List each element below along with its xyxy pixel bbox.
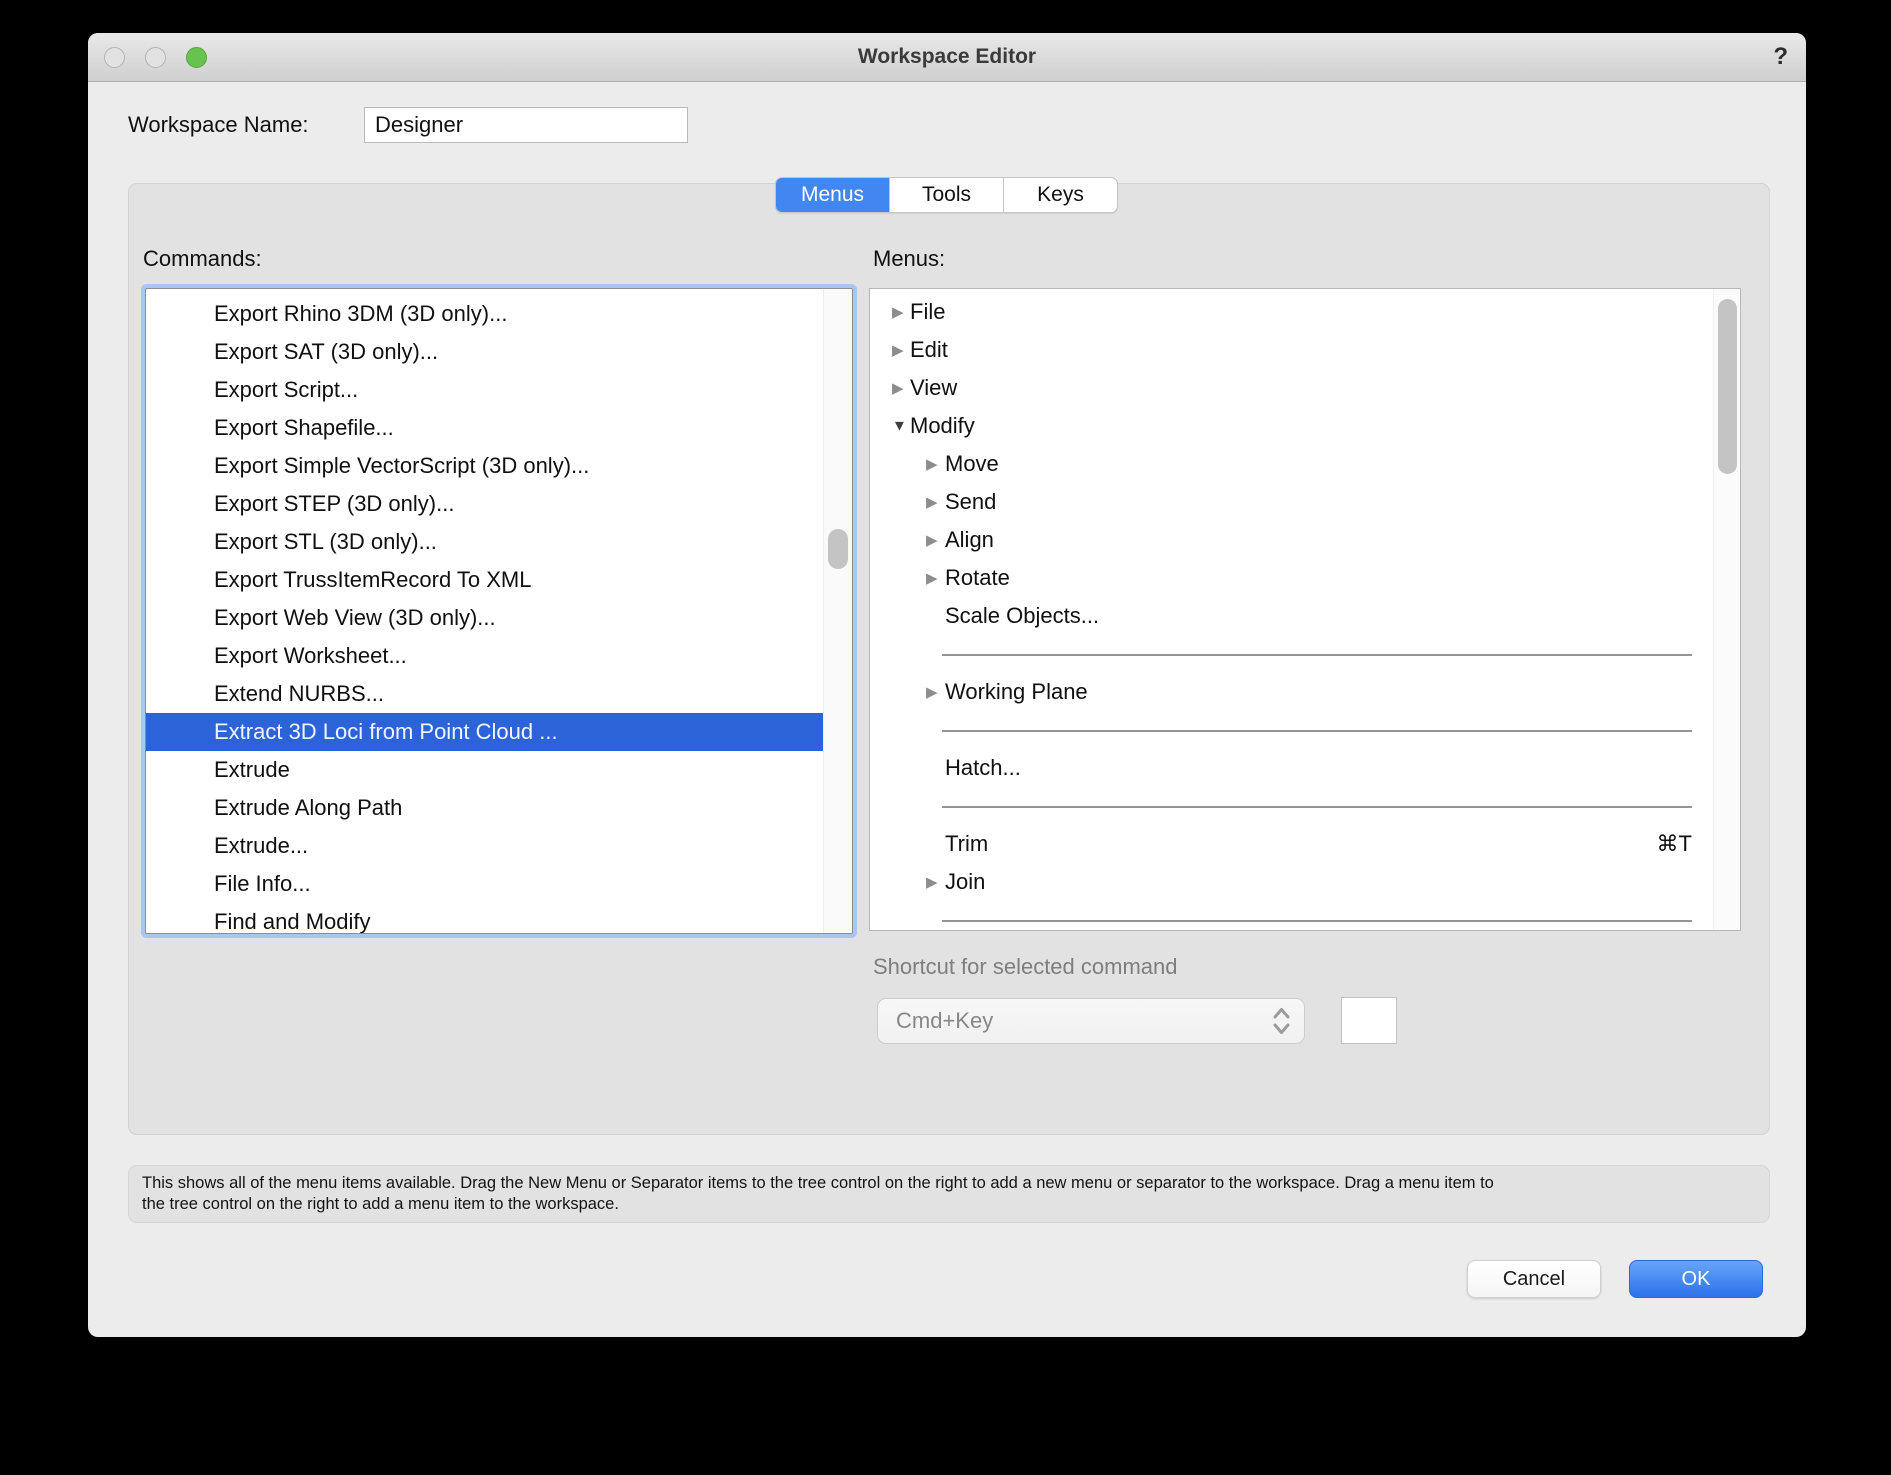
disclosure-collapsed-icon[interactable]: ▶ <box>926 683 938 701</box>
menu-item-label: Modify <box>910 413 975 438</box>
command-row[interactable]: Export TrussItemRecord To XML <box>146 561 824 599</box>
description-line: the tree control on the right to add a m… <box>142 1195 619 1213</box>
shortcut-modifier-dropdown[interactable]: Cmd+Key <box>877 998 1305 1044</box>
command-row[interactable]: Export Worksheet... <box>146 637 824 675</box>
window-title: Workspace Editor <box>857 45 1037 68</box>
disclosure-collapsed-icon[interactable]: ▶ <box>926 873 938 891</box>
menu-tree-item[interactable]: ▶ Align <box>870 521 1740 559</box>
shortcut-dropdown-value: Cmd+Key <box>896 1008 994 1033</box>
menu-item-label: Send <box>945 489 997 514</box>
menus-tree-list: ▶ File ▶ Edit ▶ View ▼ Modify ▶ Move ▶ Send ▶ Align ▶ R… <box>870 289 1740 930</box>
separator-line <box>942 654 1692 656</box>
menu-tree-item[interactable]: ▼ Modify <box>870 407 1740 445</box>
zoom-window-icon[interactable] <box>186 46 207 68</box>
menu-item-label: Move <box>945 451 999 476</box>
command-row[interactable]: Export Shapefile... <box>146 409 824 447</box>
tab-tools[interactable]: Tools <box>890 178 1004 212</box>
close-window-icon[interactable] <box>104 46 125 68</box>
command-row-selected[interactable]: Extract 3D Loci from Point Cloud ... <box>146 713 824 751</box>
workspace-name-label: Workspace Name: <box>128 112 309 137</box>
window-controls <box>104 33 207 81</box>
command-row[interactable]: File Info... <box>146 865 824 903</box>
command-row[interactable]: Extrude <box>146 751 824 789</box>
disclosure-expanded-icon[interactable]: ▼ <box>892 418 907 435</box>
command-row[interactable]: Find and Modify <box>146 903 824 933</box>
help-button[interactable]: ? <box>1773 33 1788 81</box>
command-row[interactable]: Export STEP (3D only)... <box>146 485 824 523</box>
menu-item-shortcut: ⌘T <box>1656 831 1692 856</box>
command-row[interactable]: Export Web View (3D only)... <box>146 599 824 637</box>
workspace-name-input[interactable] <box>364 107 688 143</box>
menu-separator[interactable] <box>870 787 1740 825</box>
menu-tree-item[interactable]: Scale Objects... <box>870 597 1740 635</box>
menus-scrollbar-track[interactable] <box>1713 289 1740 930</box>
disclosure-collapsed-icon[interactable]: ▶ <box>926 493 938 511</box>
menu-separator[interactable] <box>870 635 1740 673</box>
disclosure-collapsed-icon[interactable]: ▶ <box>926 531 938 549</box>
cancel-button[interactable]: Cancel <box>1467 1260 1601 1298</box>
menu-tree-item[interactable]: ▶ Move <box>870 445 1740 483</box>
tab-keys[interactable]: Keys <box>1004 178 1117 212</box>
menu-tree-item[interactable]: ▶ Join <box>870 863 1740 901</box>
disclosure-collapsed-icon[interactable]: ▶ <box>926 455 938 473</box>
menu-item-label: Working Plane <box>945 679 1088 704</box>
menu-item-label: Trim <box>945 831 989 856</box>
disclosure-collapsed-icon[interactable]: ▶ <box>926 569 938 587</box>
menu-tree-item[interactable]: Trim ⌘T <box>870 825 1740 863</box>
menu-item-label: View <box>910 375 958 400</box>
menu-tree-item[interactable]: ▶ Rotate <box>870 559 1740 597</box>
commands-listbox: Export Rhino 3DM (3D only)... Export SAT … <box>145 288 853 934</box>
tab-bar: Menus Tools Keys <box>775 177 1118 213</box>
disclosure-collapsed-icon[interactable]: ▶ <box>892 303 904 321</box>
command-row[interactable]: Export SAT (3D only)... <box>146 333 824 371</box>
commands-list: Export Rhino 3DM (3D only)... Export SAT … <box>146 289 852 933</box>
separator-line <box>942 806 1692 808</box>
commands-label: Commands: <box>143 246 262 271</box>
description-line: This shows all of the menu items availab… <box>142 1174 1494 1192</box>
titlebar: Workspace Editor ? <box>88 33 1806 82</box>
menu-tree-item[interactable]: ▶ File <box>870 293 1740 331</box>
disclosure-collapsed-icon[interactable]: ▶ <box>892 341 904 359</box>
command-row[interactable]: Export Rhino 3DM (3D only)... <box>146 295 824 333</box>
description-box: This shows all of the menu items availab… <box>128 1165 1770 1223</box>
menu-tree-item[interactable]: ▶ Working Plane <box>870 673 1740 711</box>
menu-item-label: File <box>910 299 946 324</box>
command-row[interactable]: Extrude... <box>146 827 824 865</box>
shortcut-label: Shortcut for selected command <box>873 954 1178 979</box>
menus-scrollbar-thumb[interactable] <box>1718 299 1737 474</box>
ok-button[interactable]: OK <box>1629 1260 1763 1298</box>
separator-line <box>942 920 1692 922</box>
shortcut-key-input[interactable] <box>1341 997 1397 1044</box>
menu-tree-item[interactable]: ▶ Send <box>870 483 1740 521</box>
minimize-window-icon[interactable] <box>145 46 166 68</box>
commands-scrollbar-thumb[interactable] <box>828 529 848 569</box>
tab-menus[interactable]: Menus <box>776 178 890 212</box>
menu-tree-item[interactable]: ▶ Edit <box>870 331 1740 369</box>
disclosure-collapsed-icon[interactable]: ▶ <box>892 379 904 397</box>
menu-item-label: Scale Objects... <box>945 603 1100 628</box>
command-row[interactable]: Extend NURBS... <box>146 675 824 713</box>
menus-treebox: ▶ File ▶ Edit ▶ View ▼ Modify ▶ Move ▶ Send ▶ Align ▶ R… <box>869 288 1741 931</box>
commands-scrollbar-track[interactable] <box>823 289 852 933</box>
separator-line <box>942 730 1692 732</box>
workspace-editor-dialog: Workspace Editor ? Workspace Name: Menus… <box>88 33 1806 1337</box>
menu-item-label: Edit <box>910 337 948 362</box>
menu-separator[interactable] <box>870 901 1740 930</box>
command-row[interactable]: Export Simple VectorScript (3D only)... <box>146 447 824 485</box>
command-row[interactable]: Extrude Along Path <box>146 789 824 827</box>
menus-label: Menus: <box>873 246 946 271</box>
menu-separator[interactable] <box>870 711 1740 749</box>
menu-item-label: Hatch... <box>945 755 1021 780</box>
menu-tree-item[interactable]: ▶ View <box>870 369 1740 407</box>
command-row[interactable]: Export STL (3D only)... <box>146 523 824 561</box>
menu-item-label: Join <box>945 869 986 894</box>
menu-item-label: Align <box>945 527 994 552</box>
editor-panel: Commands: Menus: Export Rhino 3DM (3D on… <box>128 183 1770 1135</box>
dropdown-chevrons-icon <box>1271 1005 1292 1037</box>
command-row[interactable]: Export Script... <box>146 371 824 409</box>
menu-tree-item[interactable]: Hatch... <box>870 749 1740 787</box>
menu-item-label: Rotate <box>945 565 1010 590</box>
